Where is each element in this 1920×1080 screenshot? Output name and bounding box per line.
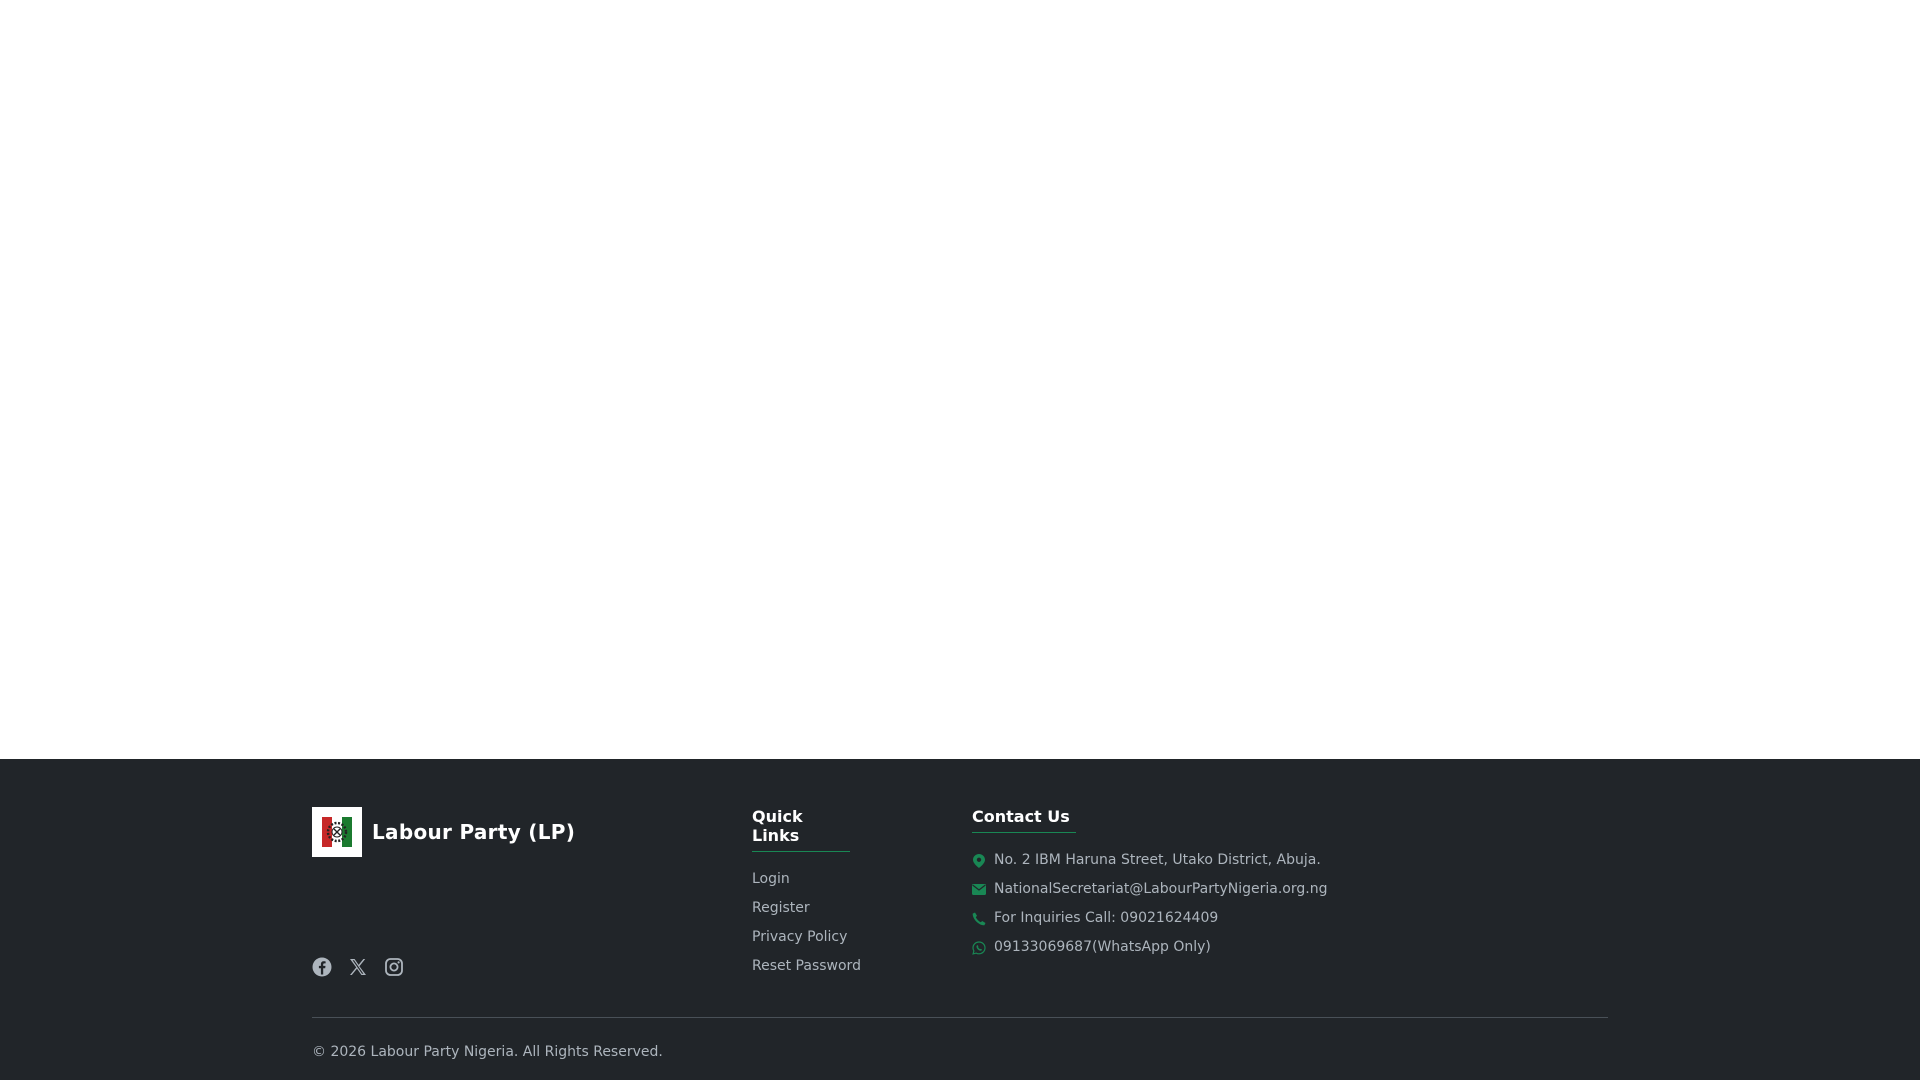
privacy-policy-link[interactable]: Privacy Policy bbox=[752, 928, 861, 947]
quick-links-section: Quick Links Login Register Privacy Polic… bbox=[752, 807, 861, 976]
footer-brand[interactable]: Labour Party (LP) bbox=[312, 807, 575, 857]
map-pin-icon bbox=[972, 853, 986, 868]
copyright-text: © 2026 Labour Party Nigeria. All Rights … bbox=[312, 1044, 663, 1060]
party-logo-icon bbox=[320, 815, 354, 849]
page: Labour Party (LP) Quick Links Login Regi… bbox=[0, 0, 1920, 1080]
login-link[interactable]: Login bbox=[752, 870, 861, 889]
facebook-icon[interactable] bbox=[312, 957, 332, 977]
phone-text[interactable]: For Inquiries Call: 09021624409 bbox=[994, 909, 1218, 928]
site-footer: Labour Party (LP) Quick Links Login Regi… bbox=[0, 759, 1920, 1080]
register-link[interactable]: Register bbox=[752, 899, 861, 918]
footer-divider bbox=[312, 1017, 1608, 1018]
brand-name: Labour Party (LP) bbox=[372, 820, 576, 844]
contact-phone[interactable]: For Inquiries Call: 09021624409 bbox=[972, 909, 1327, 928]
whatsapp-icon bbox=[972, 940, 986, 955]
x-icon[interactable] bbox=[348, 957, 368, 977]
contact-section: Contact Us No. 2 IBM Haruna Street, Utak… bbox=[972, 807, 1327, 957]
phone-icon bbox=[972, 912, 986, 926]
reset-password-link[interactable]: Reset Password bbox=[752, 957, 861, 976]
party-logo[interactable] bbox=[312, 807, 362, 857]
email-text[interactable]: NationalSecretariat@LabourPartyNigeria.o… bbox=[994, 880, 1327, 899]
whatsapp-text[interactable]: 09133069687(WhatsApp Only) bbox=[994, 938, 1211, 957]
quick-links-list: Login Register Privacy Policy Reset Pass… bbox=[752, 870, 861, 976]
main-content-area bbox=[0, 0, 1920, 759]
envelope-icon bbox=[972, 883, 986, 897]
instagram-icon[interactable] bbox=[384, 957, 404, 977]
contact-email[interactable]: NationalSecretariat@LabourPartyNigeria.o… bbox=[972, 880, 1327, 899]
social-links bbox=[312, 957, 404, 977]
contact-address: No. 2 IBM Haruna Street, Utako District,… bbox=[972, 851, 1327, 870]
quick-links-heading: Quick Links bbox=[752, 807, 850, 852]
contact-heading: Contact Us bbox=[972, 807, 1076, 833]
contact-list: No. 2 IBM Haruna Street, Utako District,… bbox=[972, 851, 1327, 957]
contact-whatsapp[interactable]: 09133069687(WhatsApp Only) bbox=[972, 938, 1327, 957]
address-text: No. 2 IBM Haruna Street, Utako District,… bbox=[994, 852, 1321, 868]
